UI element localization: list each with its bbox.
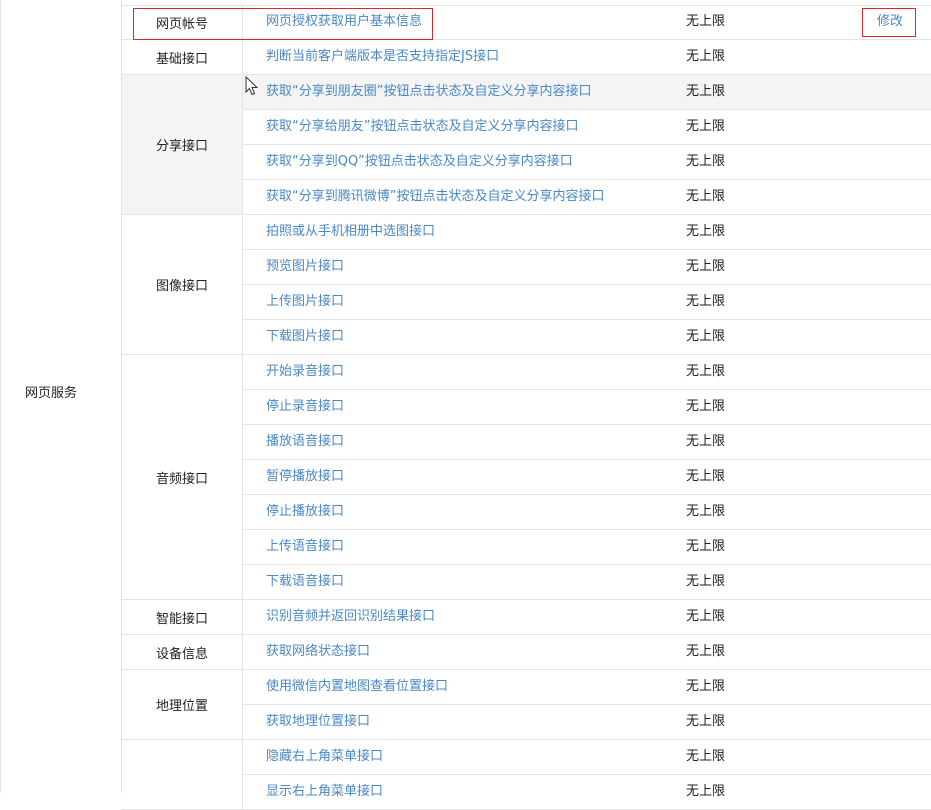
table-row: 播放语音接口 无上限 xyxy=(243,425,931,460)
main-category-label: 网页服务 xyxy=(25,386,78,401)
table-row: 预览图片接口 无上限 xyxy=(243,250,931,285)
table-row: 获取“分享到腾讯微博”按钮点击状态及自定义分享内容接口 无上限 xyxy=(243,180,931,215)
interface-name-link[interactable]: 识别音频并返回识别结果接口 xyxy=(266,600,435,634)
table-row: 识别音频并返回识别结果接口 无上限 xyxy=(243,600,931,635)
table-row: 隐藏右上角菜单接口 无上限 xyxy=(243,740,931,775)
table-row: 获取地理位置接口 无上限 xyxy=(243,705,931,740)
interface-name-link[interactable]: 判断当前客户端版本是否支持指定JS接口 xyxy=(266,40,499,74)
call-limit: 无上限 xyxy=(686,259,726,274)
category-label: 图像接口 xyxy=(155,279,208,294)
call-limit: 无上限 xyxy=(686,609,726,624)
interface-name-link[interactable]: 上传图片接口 xyxy=(266,285,344,319)
interface-name-link[interactable]: 上传语音接口 xyxy=(266,530,344,564)
category-cell: 图像接口 xyxy=(122,215,243,355)
table-row: 下载语音接口 无上限 xyxy=(243,565,931,600)
interface-name-link[interactable]: 停止录音接口 xyxy=(266,390,344,424)
category-cell: 地理位置 xyxy=(122,670,243,740)
table-row: 停止录音接口 无上限 xyxy=(243,390,931,425)
category-cell: 分享接口 xyxy=(122,75,243,215)
main-category-cell: 网页服务 xyxy=(0,0,122,793)
call-limit: 无上限 xyxy=(686,364,726,379)
call-limit: 无上限 xyxy=(686,574,726,589)
call-limit: 无上限 xyxy=(686,84,726,99)
interface-name-link[interactable]: 预览图片接口 xyxy=(266,250,344,284)
table-row: 拍照或从手机相册中选图接口 无上限 xyxy=(243,215,931,250)
mouse-cursor-icon xyxy=(245,76,259,96)
interface-name-link[interactable]: 暂停播放接口 xyxy=(266,460,344,494)
call-limit: 无上限 xyxy=(686,784,726,799)
table-row: 判断当前客户端版本是否支持指定JS接口 无上限 xyxy=(243,40,931,75)
category-cell: 基础接口 xyxy=(122,40,243,75)
category-label: 音频接口 xyxy=(155,471,208,487)
call-limit: 无上限 xyxy=(686,644,726,659)
call-limit: 无上限 xyxy=(686,679,726,694)
call-limit: 无上限 xyxy=(686,469,726,484)
table-row: 获取网络状态接口 无上限 xyxy=(243,635,931,670)
call-limit: 无上限 xyxy=(686,154,726,169)
table-row: 下载图片接口 无上限 xyxy=(243,320,931,355)
interface-name-link[interactable]: 播放语音接口 xyxy=(266,425,344,459)
category-cell xyxy=(122,740,243,810)
call-limit: 无上限 xyxy=(686,329,726,344)
table-row: 开始录音接口 无上限 xyxy=(243,355,931,390)
modify-link[interactable]: 修改 xyxy=(877,5,903,39)
table-row: 上传图片接口 无上限 xyxy=(243,285,931,320)
call-limit: 无上限 xyxy=(686,504,726,519)
interface-name-link[interactable]: 获取“分享给朋友”按钮点击状态及自定义分享内容接口 xyxy=(266,110,578,144)
call-limit: 无上限 xyxy=(686,224,726,239)
call-limit: 无上限 xyxy=(686,14,726,29)
interface-name-link[interactable]: 网页授权获取用户基本信息 xyxy=(266,5,422,39)
table-row: 获取“分享到QQ”按钮点击状态及自定义分享内容接口 无上限 xyxy=(243,145,931,180)
table-row: 上传语音接口 无上限 xyxy=(243,530,931,565)
interface-name-link[interactable]: 停止播放接口 xyxy=(266,495,344,529)
category-cell: 设备信息 xyxy=(122,635,243,670)
call-limit: 无上限 xyxy=(686,539,726,554)
call-limit: 无上限 xyxy=(686,399,726,414)
interface-name-link[interactable]: 拍照或从手机相册中选图接口 xyxy=(266,215,435,249)
category-label: 基础接口 xyxy=(155,51,208,67)
category-cell: 音频接口 xyxy=(122,355,243,600)
interface-name-link[interactable]: 开始录音接口 xyxy=(266,355,344,389)
interface-name-link[interactable]: 获取网络状态接口 xyxy=(266,635,370,669)
interface-name-link[interactable]: 获取“分享到QQ”按钮点击状态及自定义分享内容接口 xyxy=(266,145,573,179)
category-label: 智能接口 xyxy=(155,611,208,627)
interface-permission-table: 网页服务 网页帐号基础接口分享接口图像接口音频接口智能接口设备信息地理位置 网页授… xyxy=(0,0,931,810)
table-row: 暂停播放接口 无上限 xyxy=(243,460,931,495)
interface-name-link[interactable]: 使用微信内置地图查看位置接口 xyxy=(266,670,448,704)
interface-name-link[interactable]: 隐藏右上角菜单接口 xyxy=(266,740,383,774)
interface-name-link[interactable]: 下载图片接口 xyxy=(266,320,344,354)
call-limit: 无上限 xyxy=(686,49,726,64)
table-row: 网页授权获取用户基本信息 无上限 修改 xyxy=(243,5,931,40)
interface-name-link[interactable]: 获取“分享到腾讯微博”按钮点击状态及自定义分享内容接口 xyxy=(266,180,604,214)
category-label: 地理位置 xyxy=(155,699,208,714)
call-limit: 无上限 xyxy=(686,119,726,134)
table-row: 停止播放接口 无上限 xyxy=(243,495,931,530)
interface-name-link[interactable]: 获取地理位置接口 xyxy=(266,705,370,739)
call-limit: 无上限 xyxy=(686,749,726,764)
interface-name-link[interactable]: 下载语音接口 xyxy=(266,565,344,599)
call-limit: 无上限 xyxy=(686,434,726,449)
call-limit: 无上限 xyxy=(686,714,726,729)
call-limit: 无上限 xyxy=(686,294,726,309)
category-label: 设备信息 xyxy=(155,646,208,662)
call-limit: 无上限 xyxy=(686,189,726,204)
table-row: 获取“分享到朋友圈”按钮点击状态及自定义分享内容接口 无上限 xyxy=(243,75,931,110)
category-cell: 网页帐号 xyxy=(122,5,243,40)
interface-name-link[interactable]: 获取“分享到朋友圈”按钮点击状态及自定义分享内容接口 xyxy=(266,75,591,109)
category-label: 网页帐号 xyxy=(155,16,208,32)
table-row: 使用微信内置地图查看位置接口 无上限 xyxy=(243,670,931,705)
category-label: 分享接口 xyxy=(155,139,208,154)
table-row: 获取“分享给朋友”按钮点击状态及自定义分享内容接口 无上限 xyxy=(243,110,931,145)
category-cell: 智能接口 xyxy=(122,600,243,635)
interface-name-link[interactable]: 显示右上角菜单接口 xyxy=(266,775,383,809)
